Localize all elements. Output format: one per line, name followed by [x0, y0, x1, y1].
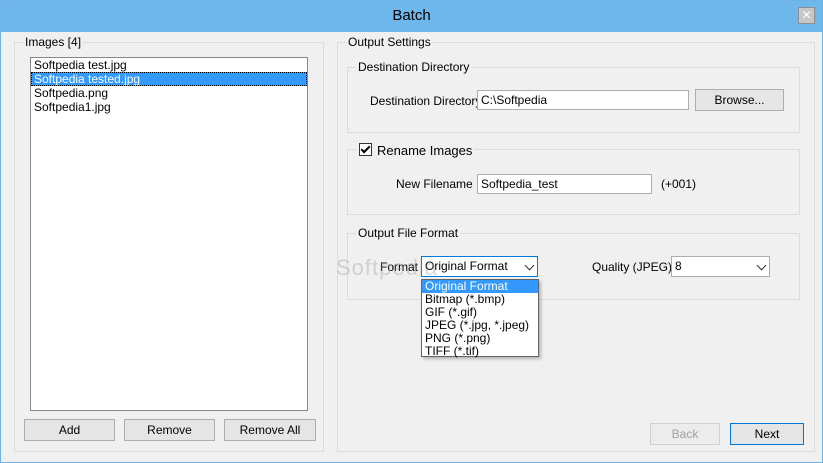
back-button[interactable]: Back [650, 423, 720, 445]
images-group-legend: Images [4] [23, 35, 84, 49]
format-select[interactable]: Original Format [421, 256, 538, 277]
destination-directory-input[interactable]: C:\Softpedia [477, 90, 689, 110]
rename-images-checkbox[interactable] [359, 143, 372, 156]
title-bar[interactable]: Batch ✕ [1, 1, 822, 32]
new-filename-input[interactable]: Softpedia_test [477, 174, 652, 194]
destination-directory-label: Destination Directory [370, 94, 482, 108]
filename-suffix-label: (+001) [661, 177, 697, 191]
remove-all-button[interactable]: Remove All [224, 419, 316, 441]
batch-window: Batch ✕ Images [4] Softpedia test.jpg Sof… [0, 0, 823, 463]
list-item[interactable]: Softpedia test.jpg [31, 58, 307, 72]
window-title: Batch [392, 7, 431, 24]
add-button[interactable]: Add [24, 419, 115, 441]
format-dropdown-list[interactable]: Original Format Bitmap (*.bmp) GIF (*.gif)… [421, 279, 539, 358]
remove-button[interactable]: Remove [124, 419, 215, 441]
quality-select[interactable]: 8 [671, 256, 770, 277]
checkmark-icon [360, 143, 371, 154]
chevron-down-icon [756, 260, 767, 271]
images-listbox[interactable]: Softpedia test.jpg Softpedia tested.jpg So… [30, 57, 308, 411]
close-icon[interactable]: ✕ [798, 7, 815, 24]
list-item[interactable]: Softpedia tested.jpg [31, 72, 307, 86]
chevron-down-icon [524, 260, 535, 271]
quality-select-value: 8 [675, 259, 682, 273]
list-item[interactable]: Softpedia1.jpg [31, 100, 307, 114]
format-option[interactable]: TIFF (*.tif) [422, 345, 538, 358]
list-item[interactable]: Softpedia.png [31, 86, 307, 100]
rename-legend-area: Rename Images [356, 142, 474, 158]
next-button[interactable]: Next [730, 423, 804, 445]
format-group-legend: Output File Format [356, 226, 461, 240]
new-filename-label: New Filename [396, 177, 473, 191]
output-settings-legend: Output Settings [346, 35, 433, 49]
rename-images-label[interactable]: Rename Images [377, 143, 472, 158]
quality-label: Quality (JPEG) [592, 260, 673, 274]
browse-button[interactable]: Browse... [695, 89, 784, 111]
destination-group-legend: Destination Directory [356, 60, 472, 74]
softpedia-watermark: Softpedia [336, 255, 438, 280]
